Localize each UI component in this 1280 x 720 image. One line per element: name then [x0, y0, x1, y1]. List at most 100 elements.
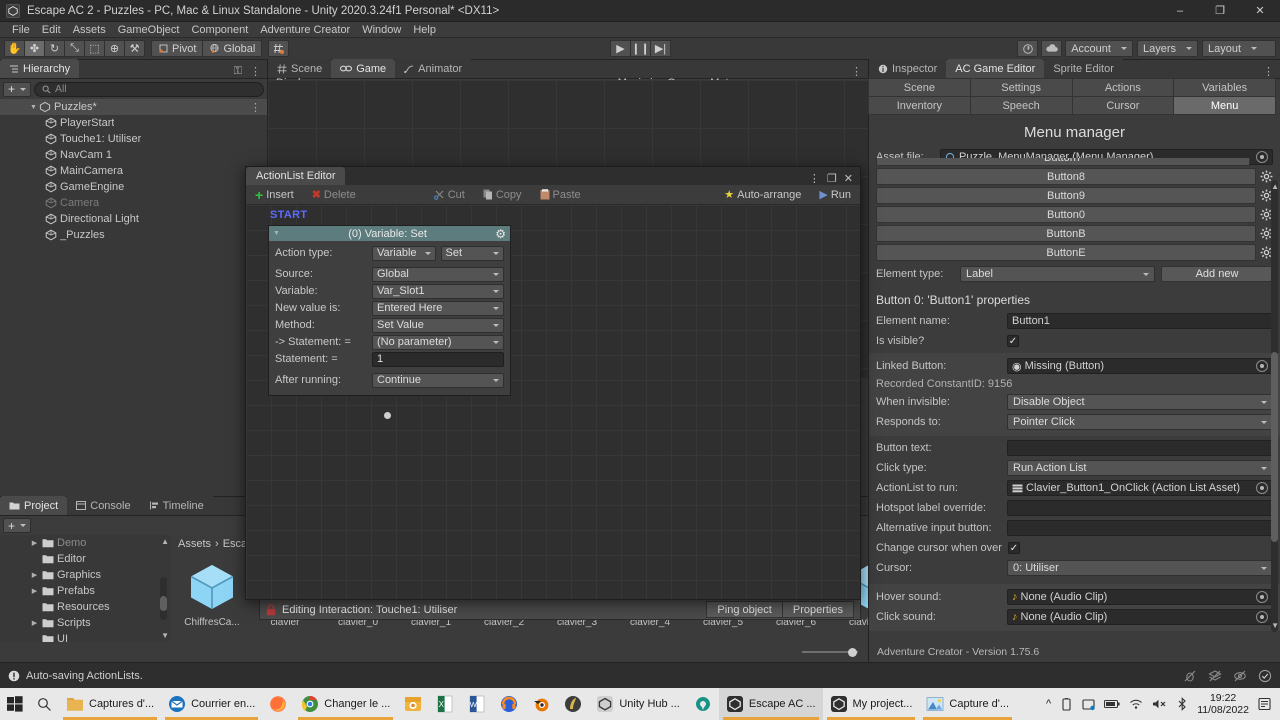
menu-help[interactable]: Help: [407, 22, 442, 38]
tab-inspector[interactable]: Inspector: [869, 59, 946, 78]
rect-tool-icon[interactable]: ⬚: [84, 40, 105, 57]
project-tree-scrollbar[interactable]: [160, 577, 167, 620]
properties-button[interactable]: Properties: [782, 601, 854, 618]
menu-component[interactable]: Component: [185, 22, 254, 38]
menu-file[interactable]: File: [6, 22, 36, 38]
taskbar-item[interactable]: [525, 688, 557, 720]
taskbar-clock[interactable]: 19:22 11/08/2022: [1197, 692, 1249, 716]
hierarchy-add-button[interactable]: +: [3, 82, 31, 97]
hierarchy-search-input[interactable]: All: [34, 82, 264, 97]
object-picker-icon[interactable]: [1256, 591, 1268, 603]
menu-element-button[interactable]: ButtonE: [876, 244, 1256, 261]
hierarchy-item[interactable]: Touche1: Utiliser: [0, 131, 267, 147]
menu-element-button[interactable]: Button0: [876, 206, 1256, 223]
add-new-button[interactable]: Add new: [1161, 266, 1273, 282]
insert-action-button[interactable]: + Insert: [246, 185, 303, 205]
is-visible-checkbox[interactable]: ✓: [1007, 335, 1019, 347]
hover-sound-field[interactable]: ♪ None (Audio Clip): [1007, 589, 1273, 605]
taskbar-item[interactable]: X: [429, 688, 461, 720]
check-icon[interactable]: [1258, 669, 1272, 683]
menu-element-button[interactable]: Button9: [876, 187, 1256, 204]
inspector-menu-icon[interactable]: ⋮: [1257, 65, 1280, 78]
when-invisible-dropdown[interactable]: Disable Object: [1007, 394, 1273, 410]
actionlist-close-icon[interactable]: ✕: [844, 172, 853, 185]
ping-object-button[interactable]: Ping object: [706, 601, 782, 618]
hierarchy-menu-icon[interactable]: ⋮: [244, 65, 267, 78]
menu-element-row[interactable]: Button9: [876, 187, 1273, 204]
hierarchy-lock-icon[interactable]: ⚿: [228, 65, 244, 78]
tab-console[interactable]: Console: [67, 496, 139, 515]
hand-tool-icon[interactable]: ✋: [4, 40, 25, 57]
disclosure-triangle-icon[interactable]: ▶: [30, 619, 39, 627]
menu-assets[interactable]: Assets: [67, 22, 112, 38]
ac-tab-scene[interactable]: Scene: [868, 78, 971, 97]
project-tree-row[interactable]: ▶Scripts: [0, 615, 170, 631]
menu-element-row[interactable]: Button0: [876, 206, 1273, 223]
maximize-button[interactable]: ❐: [1200, 0, 1240, 22]
menu-element-row[interactable]: Button8: [876, 168, 1273, 185]
object-picker-icon[interactable]: [1256, 482, 1268, 494]
inspector-scroll-up-icon[interactable]: ▲: [1271, 182, 1279, 191]
rotate-tool-icon[interactable]: ↻: [44, 40, 65, 57]
layers-off-icon[interactable]: [1208, 669, 1222, 683]
scale-tool-icon[interactable]: ⤡: [64, 40, 85, 57]
actionlist-maximize-icon[interactable]: ❐: [827, 172, 837, 185]
tab-sprite-editor[interactable]: Sprite Editor: [1044, 59, 1123, 78]
collab-icon[interactable]: [1017, 40, 1038, 57]
hierarchy-item[interactable]: NavCam 1: [0, 147, 267, 163]
project-add-button[interactable]: +: [3, 518, 31, 533]
menu-element-button[interactable]: ButtonB: [876, 225, 1256, 242]
linked-button-field[interactable]: ◉ Missing (Button): [1007, 358, 1273, 374]
disclosure-triangle-icon[interactable]: ▶: [30, 587, 39, 595]
cloud-icon[interactable]: [1041, 40, 1062, 57]
account-dropdown[interactable]: Account: [1065, 40, 1133, 57]
taskbar-item[interactable]: Courrier en...: [161, 688, 262, 720]
project-tree-scroll-down-icon[interactable]: ▼: [161, 631, 169, 640]
project-tree-scroll-up-icon[interactable]: ▲: [161, 537, 169, 546]
paste-action-button[interactable]: Paste: [531, 185, 590, 205]
breadcrumb-assets[interactable]: Assets: [178, 538, 211, 550]
ac-tab-settings[interactable]: Settings: [970, 78, 1073, 97]
run-actionlist-button[interactable]: ▶ Run: [810, 185, 860, 205]
tab-actionlist-editor[interactable]: ActionList Editor: [246, 167, 345, 185]
tab-scene[interactable]: Scene: [268, 59, 331, 78]
hierarchy-item[interactable]: MainCamera: [0, 163, 267, 179]
copy-action-button[interactable]: Copy: [474, 185, 531, 205]
taskbar-item[interactable]: [262, 688, 294, 720]
close-button[interactable]: ✕: [1240, 0, 1280, 22]
layers-dropdown[interactable]: Layers: [1137, 40, 1198, 57]
taskbar-item[interactable]: Capture d'...: [919, 688, 1016, 720]
action-node-output-socket[interactable]: [384, 412, 391, 419]
element-name-input[interactable]: Button1: [1007, 313, 1273, 329]
hierarchy-item[interactable]: Directional Light: [0, 211, 267, 227]
responds-to-dropdown[interactable]: Pointer Click: [1007, 414, 1273, 430]
object-picker-icon[interactable]: [1256, 360, 1268, 372]
ac-tab-menu[interactable]: Menu: [1173, 96, 1276, 115]
action-param-dropdown[interactable]: Set Value: [372, 318, 504, 333]
action-param-dropdown[interactable]: Global: [372, 267, 504, 282]
collapse-icon[interactable]: ▼: [273, 230, 280, 237]
chevron-down-icon[interactable]: ▼: [28, 104, 39, 111]
move-tool-icon[interactable]: ✤: [24, 40, 45, 57]
action-node-header[interactable]: ▼ (0) Variable: Set ⚙: [269, 226, 510, 241]
menu-gameobject[interactable]: GameObject: [112, 22, 186, 38]
auto-arrange-button[interactable]: ★ Auto-arrange: [715, 185, 810, 205]
project-tree-scrollbar-thumb[interactable]: [160, 596, 167, 611]
element-button-7-partial[interactable]: Button7: [876, 158, 1250, 166]
eye-off-icon[interactable]: [1233, 669, 1247, 683]
tab-game[interactable]: Game: [331, 59, 395, 78]
hierarchy-item[interactable]: Camera: [0, 195, 267, 211]
transform-tool-icon[interactable]: ⊕: [104, 40, 125, 57]
tray-expand-icon[interactable]: ^: [1046, 698, 1051, 710]
asset-zoom-slider-knob[interactable]: [848, 648, 857, 657]
alt-input-field[interactable]: [1007, 520, 1273, 536]
project-tree-row[interactable]: ▶Demo: [0, 535, 170, 551]
object-picker-icon[interactable]: [1256, 611, 1268, 623]
menu-edit[interactable]: Edit: [36, 22, 67, 38]
project-tree-row[interactable]: UI: [0, 631, 170, 642]
menu-element-row[interactable]: ButtonE: [876, 244, 1273, 261]
pause-button[interactable]: ❙❙: [630, 40, 651, 57]
project-tree-row[interactable]: Editor: [0, 551, 170, 567]
tab-hierarchy[interactable]: Hierarchy: [0, 59, 79, 78]
action-type-dropdown[interactable]: Variable: [372, 246, 436, 261]
